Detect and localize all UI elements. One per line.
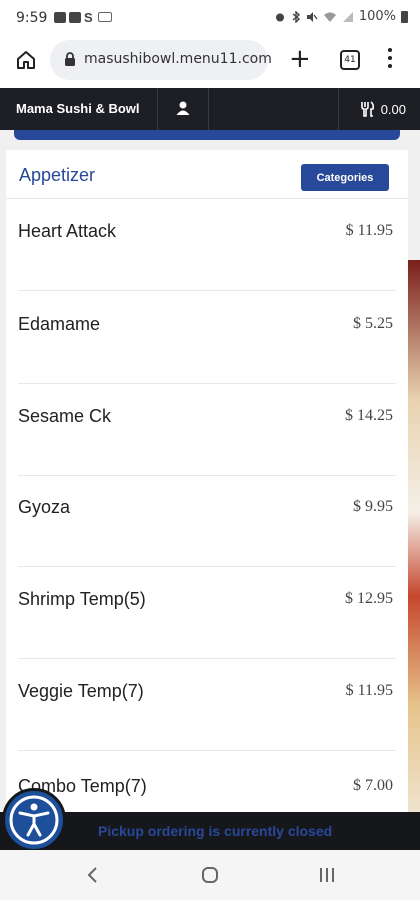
menu-item[interactable]: Shrimp Temp(5) $ 12.95 — [6, 567, 408, 659]
menu-item[interactable]: Sesame Ck $ 14.25 — [6, 384, 408, 476]
item-name: Gyoza — [18, 497, 71, 517]
youtube-icon — [69, 12, 81, 23]
item-name: Veggie Temp(7) — [18, 681, 144, 701]
lock-icon[interactable] — [64, 52, 76, 66]
bluetooth-icon — [292, 10, 300, 23]
accessibility-icon — [9, 795, 59, 845]
url-text[interactable]: masushibowl.menu11.com — [84, 51, 272, 67]
item-name: Heart Attack — [18, 221, 117, 241]
youtube-icon — [54, 12, 66, 23]
new-tab-plus-icon[interactable]: + — [289, 46, 311, 72]
user-icon[interactable] — [175, 100, 191, 116]
section-header: Appetizer Categories — [6, 150, 408, 199]
item-divider — [18, 750, 396, 751]
item-divider — [18, 290, 396, 291]
menu-item[interactable]: Veggie Temp(7) $ 11.95 — [6, 659, 408, 751]
item-name: Shrimp Temp(5) — [18, 589, 146, 609]
section-title: Appetizer — [19, 165, 96, 185]
site-header: Mama Sushi & Bowl 0.00 — [0, 88, 420, 130]
closed-message: Pickup ordering is currently closed — [98, 823, 333, 839]
back-icon[interactable] — [86, 866, 98, 884]
header-divider — [208, 88, 209, 130]
s-app-icon: S — [84, 10, 93, 25]
notification-icons: S — [54, 10, 112, 25]
item-name: Sesame Ck — [18, 406, 112, 426]
browser-toolbar: masushibowl.menu11.com + 41 — [0, 36, 420, 84]
menu-card: Appetizer Categories Heart Attack $ 11.9… — [6, 150, 408, 810]
item-price: $ 7.00 — [353, 777, 393, 794]
item-price: $ 11.95 — [345, 222, 393, 239]
battery-icon — [401, 10, 408, 23]
item-price: $ 11.95 — [345, 682, 393, 699]
status-time: 9:59 — [16, 10, 48, 26]
background-food-image — [408, 260, 420, 820]
home-icon[interactable] — [14, 48, 38, 72]
cutlery-icon — [360, 101, 374, 117]
wifi-icon — [323, 12, 336, 22]
item-price: $ 14.25 — [345, 407, 393, 424]
system-icons: 100% — [274, 9, 408, 24]
mail-icon — [98, 12, 112, 22]
cart-button[interactable]: 0.00 — [360, 101, 406, 117]
item-price: $ 9.95 — [353, 498, 393, 515]
android-navigation-bar — [0, 850, 420, 900]
alarm-icon — [275, 13, 284, 21]
signal-icon — [342, 11, 353, 22]
brand-name[interactable]: Mama Sushi & Bowl — [16, 101, 140, 116]
menu-item[interactable]: Gyoza $ 9.95 — [6, 475, 408, 567]
tabs-icon[interactable]: 41 — [340, 50, 360, 70]
menu-item[interactable]: Edamame $ 5.25 — [6, 292, 408, 384]
menu-item[interactable]: Heart Attack $ 11.95 — [6, 199, 408, 291]
header-divider — [157, 88, 158, 130]
status-bar: 9:59 S 100% — [0, 0, 420, 36]
header-divider — [338, 88, 339, 130]
item-price: $ 12.95 — [345, 590, 393, 607]
mute-icon — [306, 11, 318, 22]
home-circle-icon[interactable] — [201, 866, 219, 884]
recents-icon[interactable] — [318, 866, 336, 884]
more-menu-icon[interactable] — [388, 48, 394, 72]
accessibility-button[interactable] — [2, 788, 66, 852]
cart-total: 0.00 — [380, 101, 406, 117]
menu-item[interactable]: Combo Temp(7) $ 7.00 — [6, 754, 408, 810]
battery-percent: 100% — [358, 9, 396, 24]
hero-band — [14, 130, 400, 140]
item-name: Edamame — [18, 314, 101, 334]
categories-button[interactable]: Categories — [301, 164, 389, 191]
item-price: $ 5.25 — [353, 315, 393, 332]
